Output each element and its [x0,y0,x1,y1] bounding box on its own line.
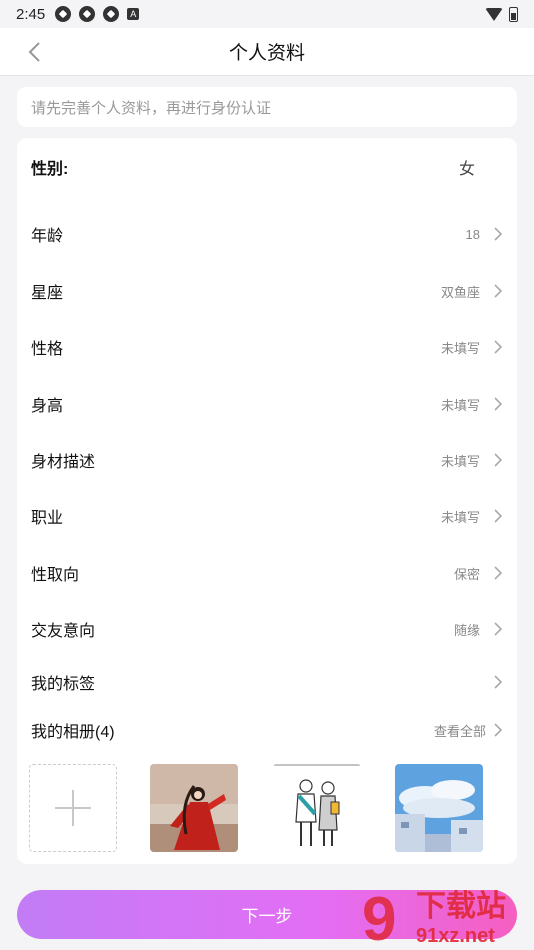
plus-icon [55,790,91,826]
chevron-right-icon [494,397,503,411]
row-value: 未填写 [440,509,480,525]
row-value: 保密 [453,566,480,582]
photo-couple-illustration [273,764,361,852]
profile-notice: 请先完善个人资料，再进行身份认证 [17,87,517,127]
row-label: 身高 [31,398,64,415]
album-row[interactable]: 我的相册(4) 查看全部 [17,710,517,750]
row-label: 性取向 [31,567,80,584]
add-photo-button[interactable] [29,764,117,852]
row-value: 未填写 [440,340,480,356]
row-value: 随缘 [453,622,480,638]
album-photo[interactable] [273,764,361,852]
profile-row-personality[interactable]: 性格 未填写 [17,327,517,367]
row-label: 职业 [31,510,64,527]
profile-card: 性别: 女 年龄 18 星座 双鱼座 性格 未填写 身高 未填写 身材描述 未填… [17,138,517,864]
gender-row[interactable]: 性别: 女 [17,147,517,187]
row-label: 交友意向 [31,623,96,640]
profile-row-height[interactable]: 身高 未填写 [17,384,517,424]
chevron-right-icon [494,340,503,354]
wifi-icon [485,7,503,21]
chevron-right-icon [494,453,503,467]
gender-label: 性别: [31,161,69,178]
album-photo[interactable] [150,764,238,852]
chevron-left-icon [28,42,40,62]
photo-anime-sky-street [395,764,483,852]
chevron-right-icon [494,566,503,580]
next-step-button[interactable]: 下一步 [17,890,517,939]
notification-icon [103,6,120,22]
app-notification-icon: A [127,8,140,20]
chevron-right-icon [494,284,503,298]
row-value: 未填写 [440,453,480,469]
profile-row-age[interactable]: 年龄 18 [17,214,517,254]
profile-row-body[interactable]: 身材描述 未填写 [17,440,517,480]
profile-row-occupation[interactable]: 职业 未填写 [17,496,517,536]
gender-value: 女 [458,161,475,178]
notification-icon [79,6,96,22]
profile-row-orientation[interactable]: 性取向 保密 [17,553,517,593]
page-title: 个人资料 [228,43,305,64]
status-bar: 2:45 A [0,0,534,28]
chevron-right-icon [494,675,503,689]
battery-icon [509,6,518,22]
photo-woman-red-dress [150,764,238,852]
row-label: 星座 [31,285,64,302]
row-label: 性格 [31,341,64,358]
profile-row-intent[interactable]: 交友意向 随缘 [17,609,517,649]
album-photo[interactable] [395,764,483,852]
row-label: 身材描述 [31,454,96,471]
chevron-right-icon [494,622,503,636]
profile-row-tags[interactable]: 我的标签 [17,662,517,702]
album-label: 我的相册(4) [31,724,115,741]
chevron-right-icon [494,723,503,737]
nav-bar: 个人资料 [0,28,534,76]
row-label: 我的标签 [31,676,96,693]
row-value: 双鱼座 [440,284,480,300]
row-label: 年龄 [31,228,64,245]
status-time: 2:45 [16,5,46,23]
back-button[interactable] [22,40,46,64]
chevron-right-icon [494,227,503,241]
album-photos [29,764,509,854]
row-value: 18 [465,226,480,242]
view-all-link[interactable]: 查看全部 [434,721,486,740]
row-value: 未填写 [440,397,480,413]
notification-icon [55,6,72,22]
chevron-right-icon [494,509,503,523]
profile-row-constellation[interactable]: 星座 双鱼座 [17,271,517,311]
